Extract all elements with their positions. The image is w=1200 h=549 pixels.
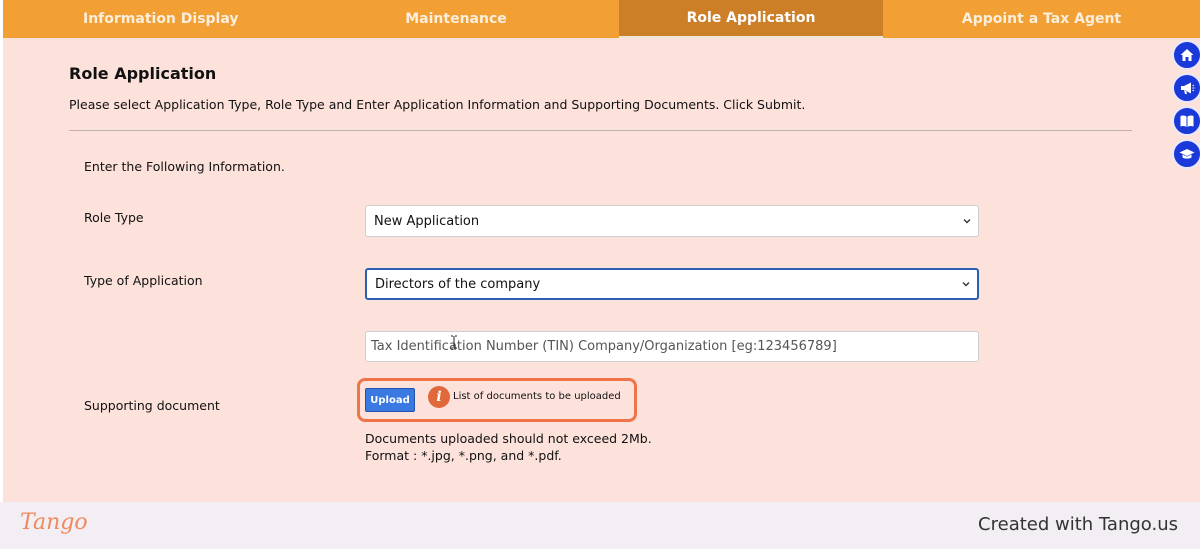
graduation-cap-icon[interactable] [1172, 139, 1200, 169]
application-type-value: Directors of the company [375, 276, 541, 292]
main-panel: Role Application Please select Applicati… [3, 38, 1200, 502]
tab-appoint-tax-agent[interactable]: Appoint a Tax Agent [883, 0, 1200, 38]
text-cursor-icon [451, 335, 457, 349]
tab-information-display[interactable]: Information Display [3, 0, 293, 38]
role-type-select[interactable]: New Application [365, 205, 979, 237]
documents-list-link[interactable]: List of documents to be uploaded [453, 391, 621, 402]
role-type-value: New Application [374, 213, 480, 229]
format-note: Format : *.jpg, *.png, and *.pdf. [365, 448, 562, 463]
book-icon[interactable] [1172, 106, 1200, 136]
application-type-select[interactable]: Directors of the company [365, 268, 979, 300]
created-with-text: Created with Tango.us [978, 514, 1178, 535]
page-instructions: Please select Application Type, Role Typ… [69, 97, 806, 112]
size-note: Documents uploaded should not exceed 2Mb… [365, 431, 652, 446]
divider [69, 130, 1132, 131]
tab-role-application[interactable]: Role Application [619, 0, 883, 38]
application-type-label: Type of Application [84, 273, 203, 288]
info-icon[interactable]: i [428, 386, 450, 408]
page-title: Role Application [69, 64, 217, 83]
supporting-document-label: Supporting document [84, 398, 220, 413]
tango-logo: Tango [20, 510, 88, 535]
section-intro: Enter the Following Information. [84, 159, 285, 174]
megaphone-icon[interactable] [1172, 73, 1200, 103]
footer: Tango Created with Tango.us [0, 502, 1200, 549]
upload-button[interactable]: Upload [365, 388, 415, 412]
chevron-down-icon [962, 282, 970, 287]
role-type-label: Role Type [84, 210, 144, 225]
tab-bar: Information Display Maintenance Role App… [3, 0, 1200, 38]
chevron-down-icon [963, 219, 971, 224]
home-icon[interactable] [1172, 40, 1200, 70]
tab-maintenance[interactable]: Maintenance [293, 0, 619, 38]
